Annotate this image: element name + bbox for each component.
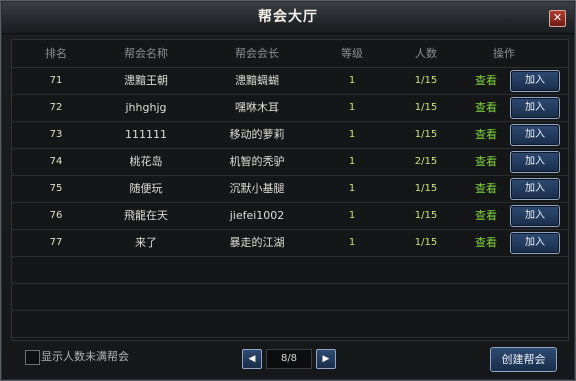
view-link[interactable]: 查看 [475, 122, 497, 147]
view-link[interactable]: 查看 [475, 68, 497, 93]
guild-leader-cell: 沉默小基腿 [229, 182, 285, 195]
guild-name-cell: 111111 [125, 128, 167, 141]
join-button[interactable]: 加入 [510, 124, 560, 146]
table-row: 73 111111 移动的萝莉 1 1/15 查看 加入 [12, 122, 568, 149]
title-bar[interactable]: 帮会大厅 ✕ [2, 2, 574, 34]
view-link[interactable]: 查看 [475, 203, 497, 228]
view-link[interactable]: 查看 [475, 95, 497, 120]
members-cell: 1/15 [414, 237, 438, 248]
guild-name-cell: 飛龍在天 [124, 209, 168, 222]
level-cell: 1 [348, 237, 356, 248]
view-link[interactable]: 查看 [475, 176, 497, 201]
join-button[interactable]: 加入 [510, 232, 560, 254]
guild-name-cell: 桃花岛 [129, 155, 163, 168]
guild-leader-cell: 机智的秃驴 [229, 155, 285, 168]
guild-leader-cell: 嘿咻木耳 [235, 101, 279, 114]
header-actions: 操作 [493, 47, 515, 60]
level-cell: 1 [348, 210, 356, 221]
header-members: 人数 [415, 47, 437, 60]
guild-table: 排名 帮会名称 帮会会长 等级 人数 操作 71 漶黯王朝 漶黯蜩蝴 1 1/1… [11, 39, 569, 341]
table-header: 排名 帮会名称 帮会会长 等级 人数 操作 [12, 40, 568, 68]
guild-leader-cell: 漶黯蜩蝴 [235, 74, 279, 87]
table-row: 72 jhhghjg 嘿咻木耳 1 1/15 查看 加入 [12, 95, 568, 122]
members-cell: 1/15 [414, 183, 438, 194]
close-button[interactable]: ✕ [549, 10, 566, 27]
level-cell: 1 [348, 183, 356, 194]
header-guild-name: 帮会名称 [124, 47, 168, 60]
window-title: 帮会大厅 [258, 9, 318, 25]
level-cell: 1 [348, 75, 356, 86]
guild-name-cell: 随便玩 [129, 182, 163, 195]
members-cell: 1/15 [414, 210, 438, 221]
level-cell: 1 [348, 129, 356, 140]
guild-hall-window: 帮会大厅 ✕ 排名 帮会名称 帮会会长 等级 人数 操作 71 漶黯王朝 漶黯蜩… [0, 0, 576, 381]
rank-cell: 76 [49, 210, 63, 221]
guild-name-cell: 漶黯王朝 [124, 74, 168, 87]
header-level: 等级 [341, 47, 363, 60]
arrow-left-icon: ◀ [248, 354, 256, 364]
guild-leader-cell: 暴走的江湖 [229, 236, 285, 249]
table-row: 76 飛龍在天 jiefei1002 1 1/15 查看 加入 [12, 203, 568, 230]
members-cell: 1/15 [414, 102, 438, 113]
show-not-full-label: 显示人数未满帮会 [41, 350, 129, 363]
table-row: 75 随便玩 沉默小基腿 1 1/15 查看 加入 [12, 176, 568, 203]
header-guild-leader: 帮会会长 [235, 47, 279, 60]
rank-cell: 74 [49, 156, 63, 167]
join-button[interactable]: 加入 [510, 205, 560, 227]
view-link[interactable]: 查看 [475, 230, 497, 255]
join-button[interactable]: 加入 [510, 70, 560, 92]
header-rank: 排名 [45, 47, 67, 60]
empty-row [12, 257, 568, 284]
view-link[interactable]: 查看 [475, 149, 497, 174]
table-body: 71 漶黯王朝 漶黯蜩蝴 1 1/15 查看 加入 72 jhhghjg 嘿咻木… [12, 68, 568, 338]
join-button[interactable]: 加入 [510, 151, 560, 173]
rank-cell: 73 [49, 129, 63, 140]
create-guild-button[interactable]: 创建帮会 [490, 347, 557, 372]
level-cell: 1 [348, 102, 356, 113]
level-cell: 1 [348, 156, 356, 167]
rank-cell: 71 [49, 75, 63, 86]
show-not-full-checkbox[interactable] [25, 350, 40, 365]
empty-row [12, 284, 568, 311]
rank-cell: 75 [49, 183, 63, 194]
table-row: 71 漶黯王朝 漶黯蜩蝴 1 1/15 查看 加入 [12, 68, 568, 95]
join-button[interactable]: 加入 [510, 178, 560, 200]
guild-name-cell: 来了 [135, 236, 157, 249]
prev-page-button[interactable]: ◀ [242, 349, 262, 369]
guild-leader-cell: jiefei1002 [229, 209, 285, 222]
guild-leader-cell: 移动的萝莉 [229, 128, 285, 141]
members-cell: 1/15 [414, 129, 438, 140]
members-cell: 2/15 [414, 156, 438, 167]
table-row: 74 桃花岛 机智的秃驴 1 2/15 查看 加入 [12, 149, 568, 176]
next-page-button[interactable]: ▶ [316, 349, 336, 369]
table-row: 77 来了 暴走的江湖 1 1/15 查看 加入 [12, 230, 568, 257]
arrow-right-icon: ▶ [322, 354, 330, 364]
members-cell: 1/15 [414, 75, 438, 86]
rank-cell: 77 [49, 237, 63, 248]
join-button[interactable]: 加入 [510, 97, 560, 119]
empty-row [12, 311, 568, 338]
rank-cell: 72 [49, 102, 63, 113]
page-indicator: 8/8 [266, 349, 312, 369]
guild-name-cell: jhhghjg [125, 101, 167, 114]
